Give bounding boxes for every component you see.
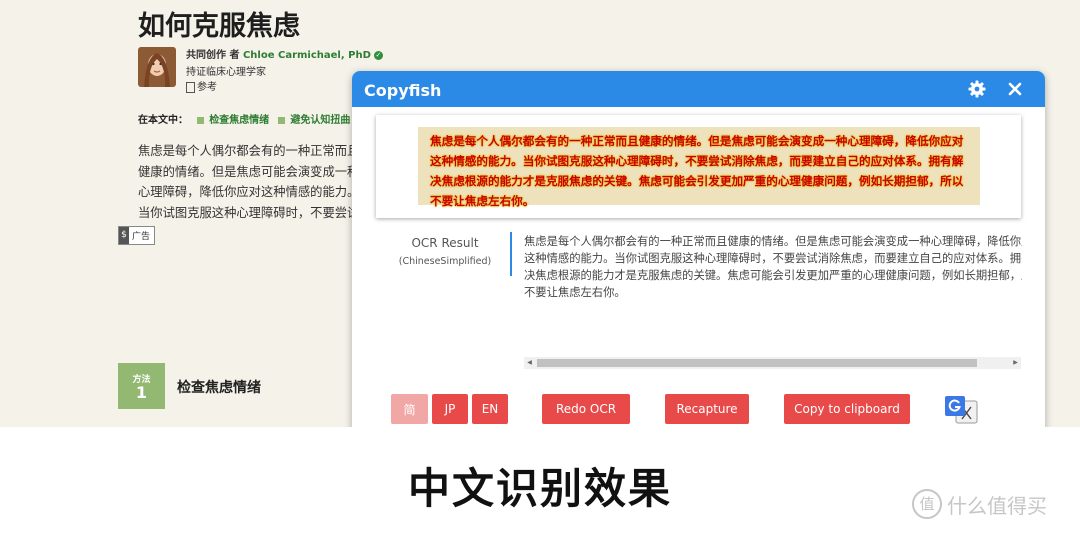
ocr-result-label: OCR Result — [411, 236, 479, 250]
captured-text: 焦虑是每个人偶尔都会有的一种正常而且健康的情绪。但是焦虑可能会演变成一种心理障碍… — [430, 134, 964, 208]
copyfish-title: Copyfish — [364, 81, 442, 100]
lang-japanese-button[interactable]: JP — [432, 394, 468, 424]
gear-icon[interactable] — [968, 80, 986, 98]
references-label: 参考 — [197, 82, 217, 93]
copy-to-clipboard-button[interactable]: Copy to clipboard — [784, 394, 910, 424]
google-translate-icon[interactable] — [944, 395, 978, 425]
method-badge: 方法 1 — [118, 363, 165, 409]
toc-item-label: 检查焦虑情绪 — [209, 115, 270, 126]
article-page: 如何克服焦虑 共同创作 者 Chloe Carmichael, PhD ✓ 持证临… — [0, 0, 1080, 427]
ocr-result-text-area[interactable]: 焦虑是每个人偶尔都会有的一种正常而且健康的情绪。但是焦虑可能会演变成一种心理障碍… — [524, 233, 1022, 303]
toc-bullet-icon — [197, 116, 205, 124]
captured-image: 焦虑是每个人偶尔都会有的一种正常而且健康的情绪。但是焦虑可能会演变成一种心理障碍… — [418, 127, 980, 208]
scroll-right-icon[interactable]: ▶ — [1010, 357, 1021, 369]
document-icon — [186, 81, 195, 93]
watermark-logo-icon: 值 — [912, 489, 942, 519]
method-number: 1 — [135, 383, 148, 402]
table-of-contents: 在本文中： 检查焦虑情绪 避免认知扭曲 — [138, 111, 356, 126]
intro-paragraph: 焦虑是每个人偶尔都会有的一种正常而且健康的情绪。但是焦虑可能会演变成一种心理障碍… — [138, 144, 360, 220]
author-role: 持证临床心理学家 — [186, 67, 266, 78]
references-link[interactable]: 参考 — [186, 78, 217, 93]
method-title: 检查焦虑情绪 — [177, 380, 261, 396]
lang-english-button[interactable]: EN — [472, 394, 508, 424]
lang-chinese-button[interactable]: 简 — [391, 394, 428, 424]
copyfish-panel: Copyfish 焦虑是每个人偶尔都会有的一种正常而且健康的情绪。但是焦虑可能会… — [352, 71, 1045, 427]
scrollbar-thumb[interactable] — [537, 359, 977, 367]
horizontal-scrollbar[interactable]: ◀ ▶ — [524, 357, 1021, 369]
toc-label: 在本文中： — [138, 115, 188, 126]
close-icon[interactable] — [1006, 80, 1024, 98]
toc-item-label: 避免认知扭曲 — [290, 115, 351, 126]
ocr-divider — [510, 232, 512, 276]
author-name-link[interactable]: Chloe Carmichael, PhD — [243, 50, 371, 61]
ocr-result-text: 焦虑是每个人偶尔都会有的一种正常而且健康的情绪。但是焦虑可能会演变成一种心理障碍… — [524, 235, 1022, 299]
redo-ocr-button[interactable]: Redo OCR — [542, 394, 630, 424]
verified-check-icon: ✓ — [373, 50, 383, 60]
watermark: 值 什么值得买 — [912, 489, 1047, 519]
ocr-language-label: (ChineseSimplified) — [398, 256, 492, 267]
watermark-text: 什么值得买 — [947, 493, 1047, 518]
toc-bullet-icon — [278, 116, 286, 124]
copyfish-header: Copyfish — [352, 71, 1045, 107]
toc-item[interactable]: 检查焦虑情绪 — [197, 115, 269, 126]
toc-item[interactable]: 避免认知扭曲 — [278, 115, 350, 126]
author-avatar[interactable] — [138, 47, 176, 87]
ad-badge[interactable]: $ 广告 — [118, 226, 156, 245]
article-title: 如何克服焦虑 — [138, 11, 300, 42]
byline: 共同创作 者 Chloe Carmichael, PhD ✓ — [186, 46, 383, 61]
coauthor-prefix: 共同创作 者 — [186, 50, 243, 61]
recapture-button[interactable]: Recapture — [665, 394, 749, 424]
dollar-icon: $ — [119, 227, 129, 244]
captured-image-frame: 焦虑是每个人偶尔都会有的一种正常而且健康的情绪。但是焦虑可能会演变成一种心理障碍… — [376, 115, 1021, 218]
ad-label: 广告 — [132, 232, 151, 242]
scroll-left-icon[interactable]: ◀ — [524, 357, 535, 369]
